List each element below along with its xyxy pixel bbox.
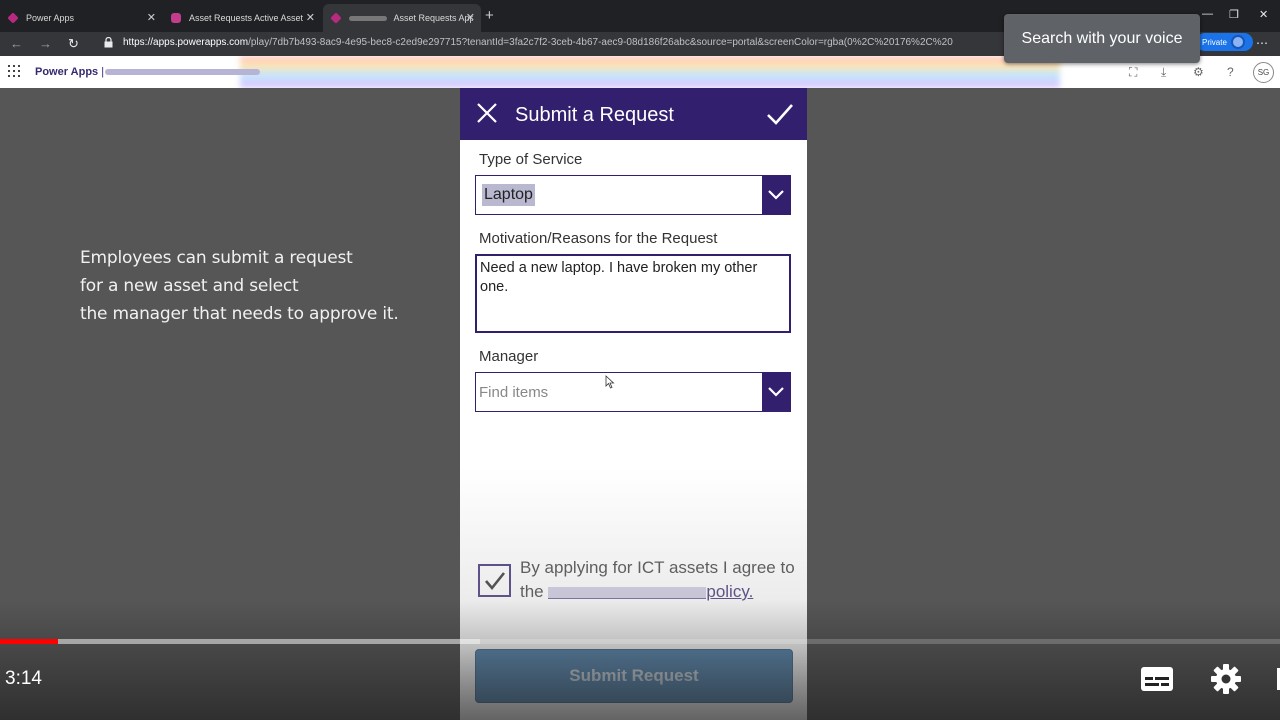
screen: Power Apps ✕ Asset Requests Active Asset… — [0, 0, 1280, 720]
checkmark-icon — [484, 571, 505, 590]
submit-request-button[interactable]: Submit Request — [475, 649, 793, 703]
agree-text: By applying for ICT assets I agree to th… — [520, 556, 800, 604]
video-caption: Employees can submit a request for a new… — [80, 244, 399, 328]
app-launcher-icon[interactable] — [8, 65, 20, 77]
video-progress-bar[interactable] — [0, 639, 1280, 644]
caption-line: for a new asset and select — [80, 276, 299, 296]
browser-menu-icon[interactable]: ⋯ — [1256, 36, 1268, 50]
lock-icon — [104, 37, 113, 48]
power-apps-icon — [330, 12, 342, 24]
voice-search-tooltip: Search with your voice — [1004, 14, 1200, 63]
close-tab-icon[interactable]: ✕ — [147, 11, 156, 24]
form-title: Submit a Request — [515, 104, 674, 126]
reload-icon[interactable]: ↻ — [68, 36, 79, 52]
subtitles-icon[interactable] — [1140, 666, 1174, 692]
settings-icon[interactable]: ⚙ — [1193, 65, 1204, 79]
tab-asset-requests-active[interactable]: Asset Requests Active Asset Req ✕ — [163, 4, 321, 32]
motivation-label: Motivation/Reasons for the Request — [479, 230, 718, 247]
played-bar — [0, 639, 58, 644]
download-icon[interactable]: ⤓ — [1161, 65, 1166, 80]
submit-check-icon[interactable] — [766, 102, 794, 126]
chevron-down-icon[interactable] — [762, 176, 790, 214]
url-path: /play/7db7b493-8ac9-4e95-bec8-c2ed9e2977… — [248, 37, 953, 48]
service-type-label: Type of Service — [479, 151, 583, 168]
chevron-down-icon[interactable] — [762, 373, 790, 411]
tab-label: Asset Requests Active Asset Req — [189, 13, 304, 23]
minimize-icon[interactable]: — — [1202, 8, 1213, 20]
manager-combobox[interactable]: Find items — [475, 372, 791, 412]
agree-checkbox[interactable] — [478, 564, 511, 597]
url-field[interactable]: https://apps.powerapps.com/play/7db7b493… — [123, 37, 1003, 48]
manager-placeholder: Find items — [479, 384, 549, 401]
blurred-text — [348, 15, 388, 21]
user-avatar[interactable]: SG — [1253, 62, 1274, 83]
service-type-dropdown[interactable]: Laptop — [475, 175, 791, 215]
url-host: https://apps.powerapps.com — [123, 37, 249, 48]
request-form: Submit a Request Type of Service Laptop … — [460, 88, 807, 720]
private-label: Private — [1202, 37, 1227, 47]
fit-screen-icon[interactable]: ⛶ — [1129, 65, 1137, 80]
blurred-policy-name — [548, 586, 707, 599]
forward-icon[interactable]: → — [39, 36, 52, 51]
close-tab-icon[interactable]: ✕ — [306, 11, 315, 24]
tab-label: Asset Requests App - — [393, 13, 473, 23]
close-window-icon[interactable]: ✕ — [1259, 8, 1268, 21]
dynamics-icon — [171, 13, 181, 23]
new-tab-icon[interactable]: + — [485, 7, 494, 24]
close-tab-icon[interactable]: ✕ — [466, 11, 475, 24]
tab-power-apps[interactable]: Power Apps ✕ — [0, 4, 162, 32]
manager-label: Manager — [479, 348, 539, 365]
service-type-value: Laptop — [482, 184, 535, 206]
buffered-bar — [0, 639, 480, 644]
tab-asset-requests-app[interactable]: Asset Requests App - ✕ — [323, 4, 481, 32]
policy-link[interactable]: policy. — [706, 582, 753, 601]
help-icon[interactable]: ? — [1227, 65, 1234, 79]
current-time: 3:14 — [5, 668, 42, 689]
back-icon[interactable]: ← — [10, 36, 23, 51]
mouse-cursor-icon — [605, 375, 615, 389]
powerapps-label: Power Apps | — [35, 66, 105, 78]
close-icon[interactable] — [476, 102, 498, 124]
motivation-textarea[interactable]: Need a new laptop. I have broken my othe… — [475, 254, 791, 333]
settings-gear-icon[interactable] — [1210, 663, 1242, 695]
restore-icon[interactable]: ❐ — [1229, 8, 1239, 21]
power-apps-icon — [7, 12, 19, 24]
profile-avatar — [1230, 35, 1245, 49]
caption-line: Employees can submit a request — [80, 248, 353, 268]
form-header: Submit a Request — [460, 88, 807, 140]
private-profile-button[interactable]: Private — [1196, 33, 1253, 51]
blurred-app-name — [105, 69, 260, 75]
caption-line: the manager that needs to approve it. — [80, 304, 399, 324]
video-overlay-glare — [240, 56, 1060, 88]
tab-label: Power Apps — [26, 13, 75, 23]
